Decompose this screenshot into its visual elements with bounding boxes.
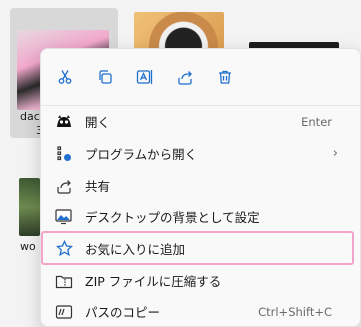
menu-item-compress-zip[interactable]: ZIP ファイルに圧縮する <box>41 265 360 296</box>
menu-item-open[interactable]: 開く Enter <box>41 106 360 137</box>
menu-item-label: 開く <box>85 115 111 130</box>
context-menu: 開く Enter プログラムから開く › 共有 デスクトップの背景として設定 お… <box>40 48 361 327</box>
menu-item-label: パスのコピー <box>85 305 161 320</box>
menu-item-label: プログラムから開く <box>85 147 198 162</box>
wallpaper-icon <box>54 207 74 227</box>
copy-icon <box>99 70 112 84</box>
copy-path-icon <box>54 302 74 322</box>
share-icon <box>54 176 74 196</box>
cut-button[interactable] <box>49 61 81 93</box>
delete-button[interactable] <box>209 61 241 93</box>
share-button[interactable] <box>169 61 201 93</box>
open-app-icon <box>54 112 74 132</box>
menu-item-label: 共有 <box>85 179 111 194</box>
menu-item-label: お気に入りに追加 <box>85 242 186 257</box>
file-name-label: wo <box>20 240 36 253</box>
zip-folder-icon <box>54 271 74 291</box>
menu-item-add-favorite[interactable]: お気に入りに追加 <box>41 233 360 264</box>
menu-item-shortcut: Ctrl+Shift+C <box>258 304 332 319</box>
trash-icon <box>219 70 231 84</box>
rename-icon <box>136 70 153 84</box>
file-thumbnail-green[interactable] <box>19 178 40 236</box>
scissors-icon <box>58 70 72 84</box>
menu-item-shortcut: Enter <box>301 114 332 129</box>
file-name-label: dac <box>20 110 40 123</box>
menu-item-label: ZIP ファイルに圧縮する <box>85 274 222 289</box>
menu-item-set-wallpaper[interactable]: デスクトップの背景として設定 <box>41 201 360 232</box>
share-icon <box>178 71 192 85</box>
copy-button[interactable] <box>89 61 121 93</box>
context-menu-toolbar <box>41 61 360 95</box>
rename-button[interactable] <box>129 61 161 93</box>
chevron-right-icon: › <box>332 146 338 161</box>
open-with-icon <box>54 144 74 164</box>
menu-item-open-with[interactable]: プログラムから開く › <box>41 138 360 169</box>
menu-item-label: デスクトップの背景として設定 <box>85 210 260 225</box>
star-icon <box>54 239 74 259</box>
menu-item-share[interactable]: 共有 <box>41 170 360 201</box>
menu-item-copy-path[interactable]: パスのコピー Ctrl+Shift+C <box>41 296 360 327</box>
